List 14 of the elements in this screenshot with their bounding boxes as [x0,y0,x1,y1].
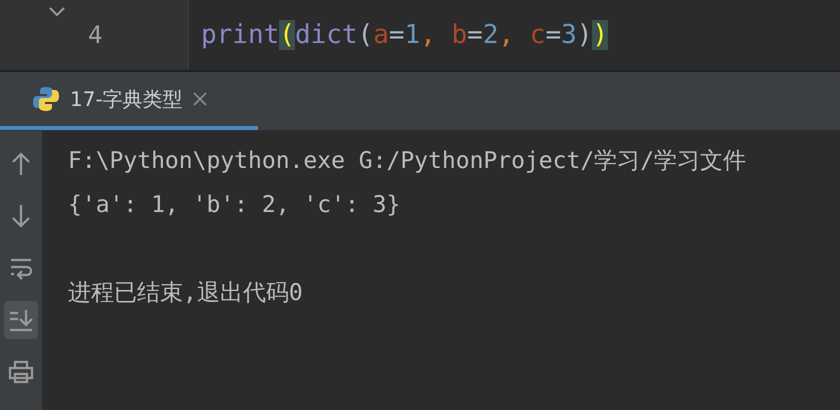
soft-wrap-icon [9,256,33,280]
console-line: 进程已结束,退出代码0 [68,279,304,308]
close-icon[interactable] [192,92,207,106]
console-line: F:\Python\python.exe G:/PythonProject/学习/学习文件 [68,147,748,176]
snake-logo-icon [32,85,60,113]
line-number: 4 [88,21,102,49]
toolbar-button[interactable] [4,301,38,339]
fold-icon [48,6,66,18]
down-arrow-icon [10,203,32,229]
scroll-to-end-icon [8,307,34,333]
printer-icon [8,360,34,384]
up-arrow-icon [10,151,32,177]
console-line: {'a': 1, 'b': 2, 'c': 3} [68,191,402,220]
code-line: print(dict(a=1, b=2, c=3)) [200,19,610,52]
